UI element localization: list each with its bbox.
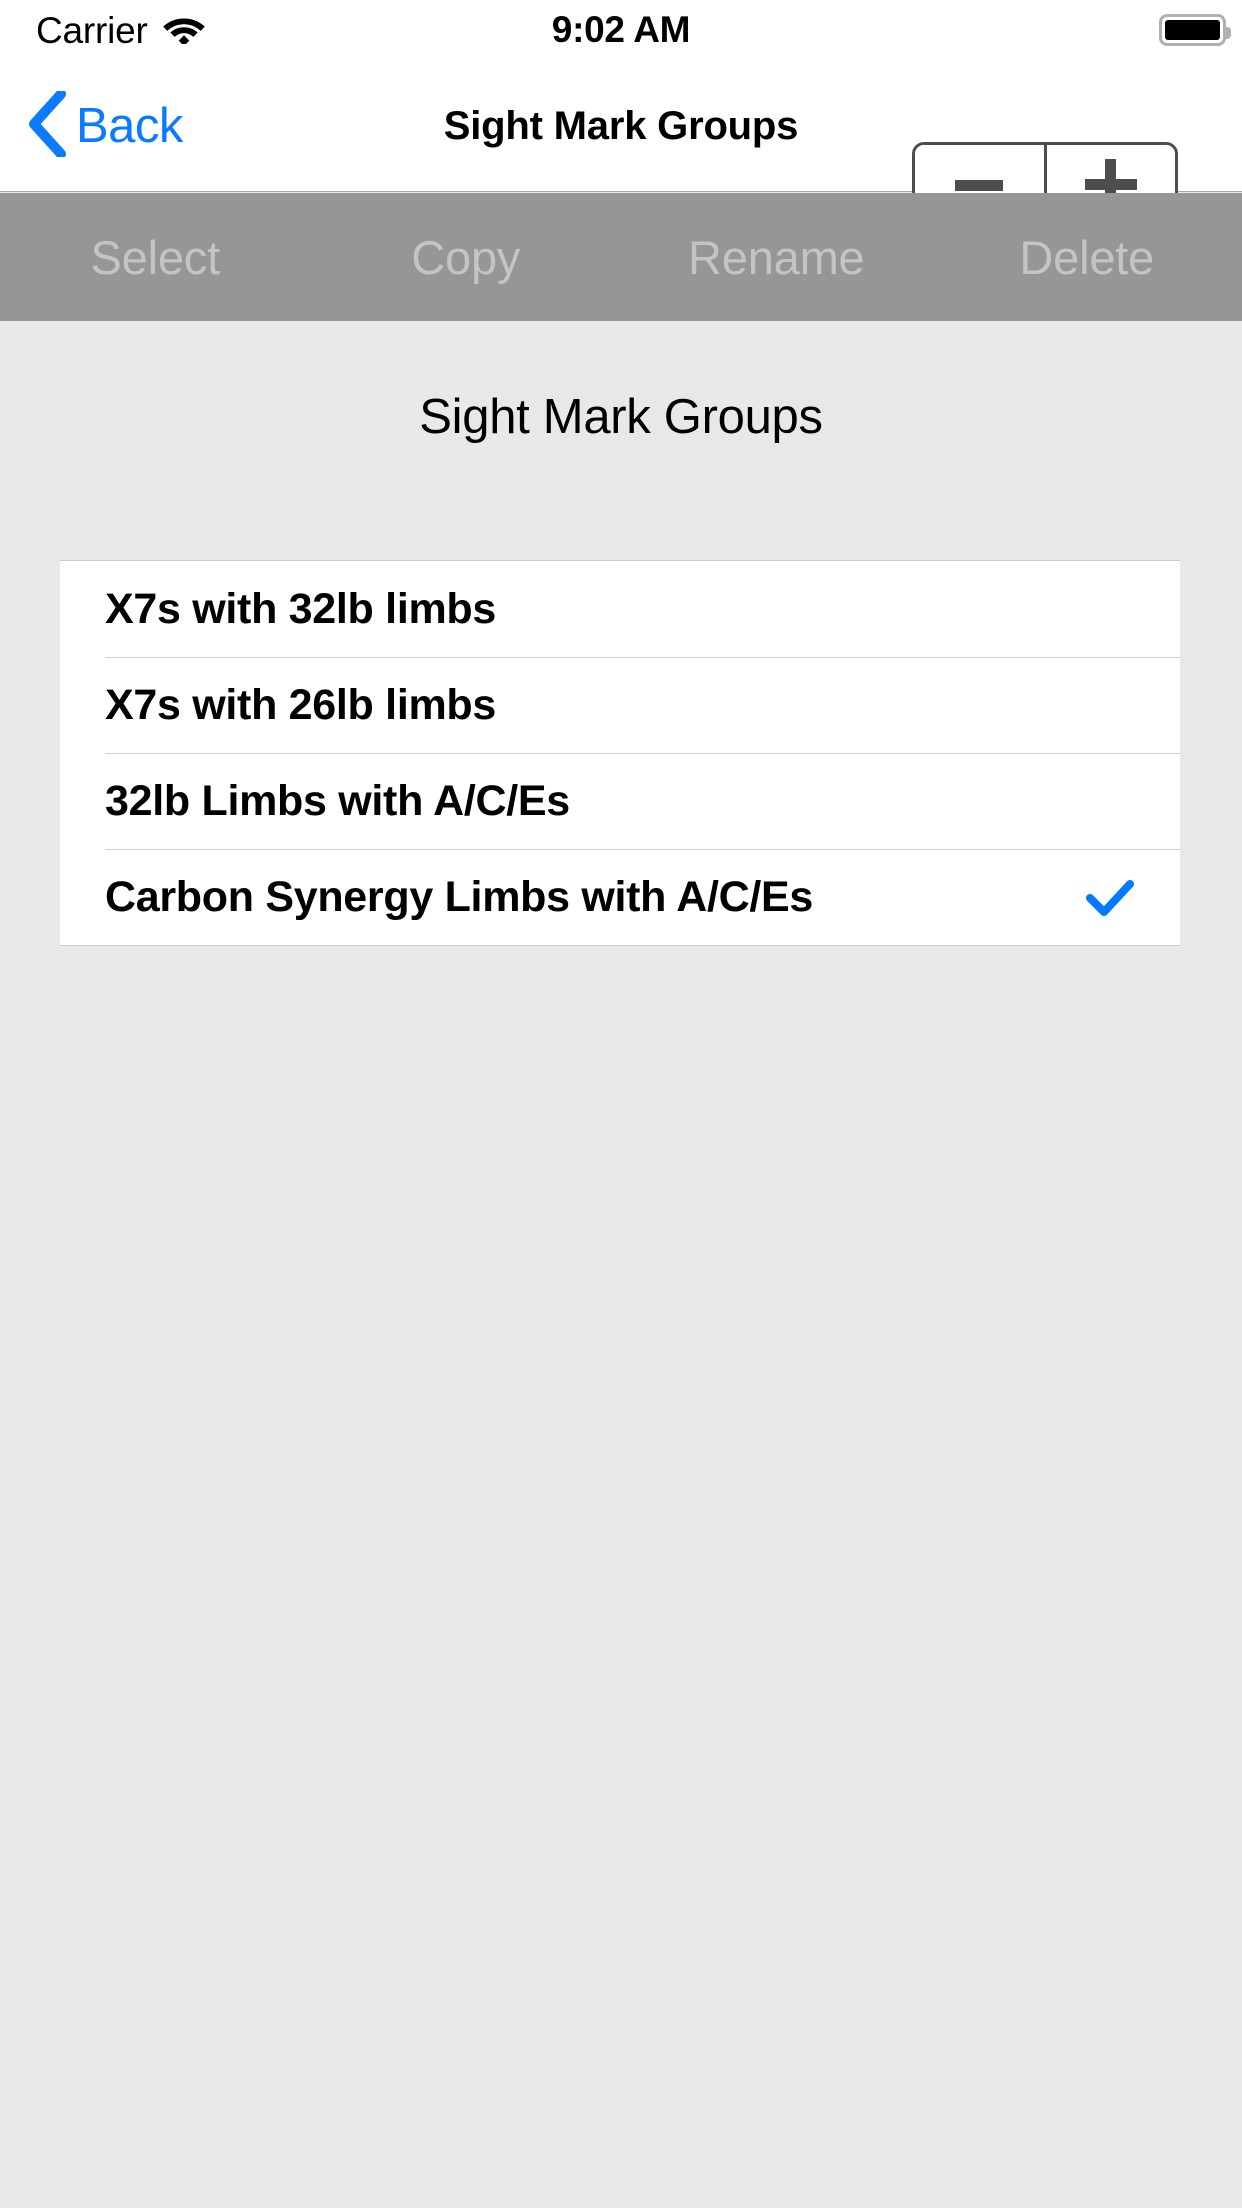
toolbar-item-delete[interactable]: Delete	[932, 230, 1242, 285]
sight-mark-groups-list: X7s with 32lb limbs X7s with 26lb limbs …	[60, 560, 1180, 946]
battery-icon	[1159, 14, 1231, 46]
toolbar-item-copy[interactable]: Copy	[311, 230, 622, 285]
list-item-label: 32lb Limbs with A/C/Es	[105, 776, 570, 825]
action-toolbar: Select Copy Rename Delete	[0, 193, 1242, 321]
status-bar-time: 9:02 AM	[551, 9, 691, 50]
list-item-label: X7s with 32lb limbs	[105, 584, 496, 633]
list-item[interactable]: X7s with 26lb limbs	[60, 657, 1180, 753]
minus-icon	[955, 179, 1004, 191]
toolbar-item-select[interactable]: Select	[0, 230, 311, 285]
app-screen: Carrier 9:02 AM Back Sight Mark Groups S…	[0, 0, 1242, 2208]
status-bar-right	[1159, 0, 1231, 60]
checkmark-icon	[1084, 871, 1136, 923]
content-heading: Sight Mark Groups	[419, 390, 823, 444]
battery-level-fill	[1165, 20, 1220, 40]
navigation-bar: Back Sight Mark Groups	[0, 60, 1242, 228]
list-item[interactable]: 32lb Limbs with A/C/Es	[60, 753, 1180, 849]
list-item[interactable]: Carbon Synergy Limbs with A/C/Es	[60, 849, 1180, 945]
content-area: Sight Mark Groups X7s with 32lb limbs X7…	[0, 321, 1242, 2208]
list-item-label: Carbon Synergy Limbs with A/C/Es	[105, 872, 813, 921]
list-item-label: X7s with 26lb limbs	[105, 680, 496, 729]
status-bar: Carrier 9:02 AM	[0, 0, 1242, 60]
battery-cap	[1225, 27, 1231, 39]
toolbar-item-rename[interactable]: Rename	[621, 230, 932, 285]
list-item[interactable]: X7s with 32lb limbs	[60, 561, 1180, 657]
